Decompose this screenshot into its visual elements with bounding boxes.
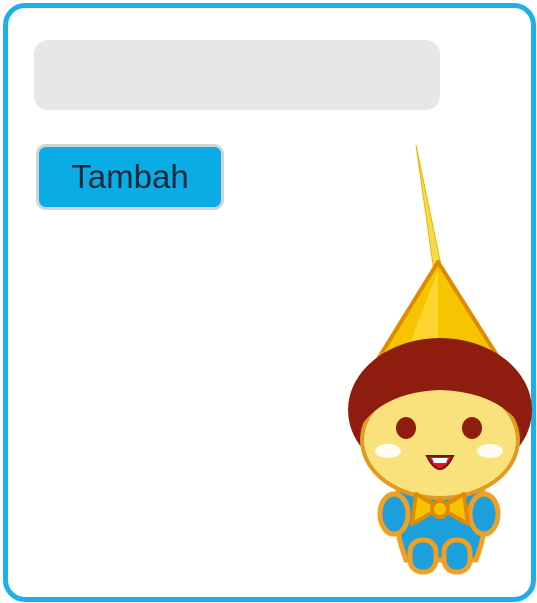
mascot-character-icon (348, 144, 532, 575)
text-input[interactable] (34, 40, 440, 110)
add-button[interactable]: Tambah (36, 144, 224, 210)
